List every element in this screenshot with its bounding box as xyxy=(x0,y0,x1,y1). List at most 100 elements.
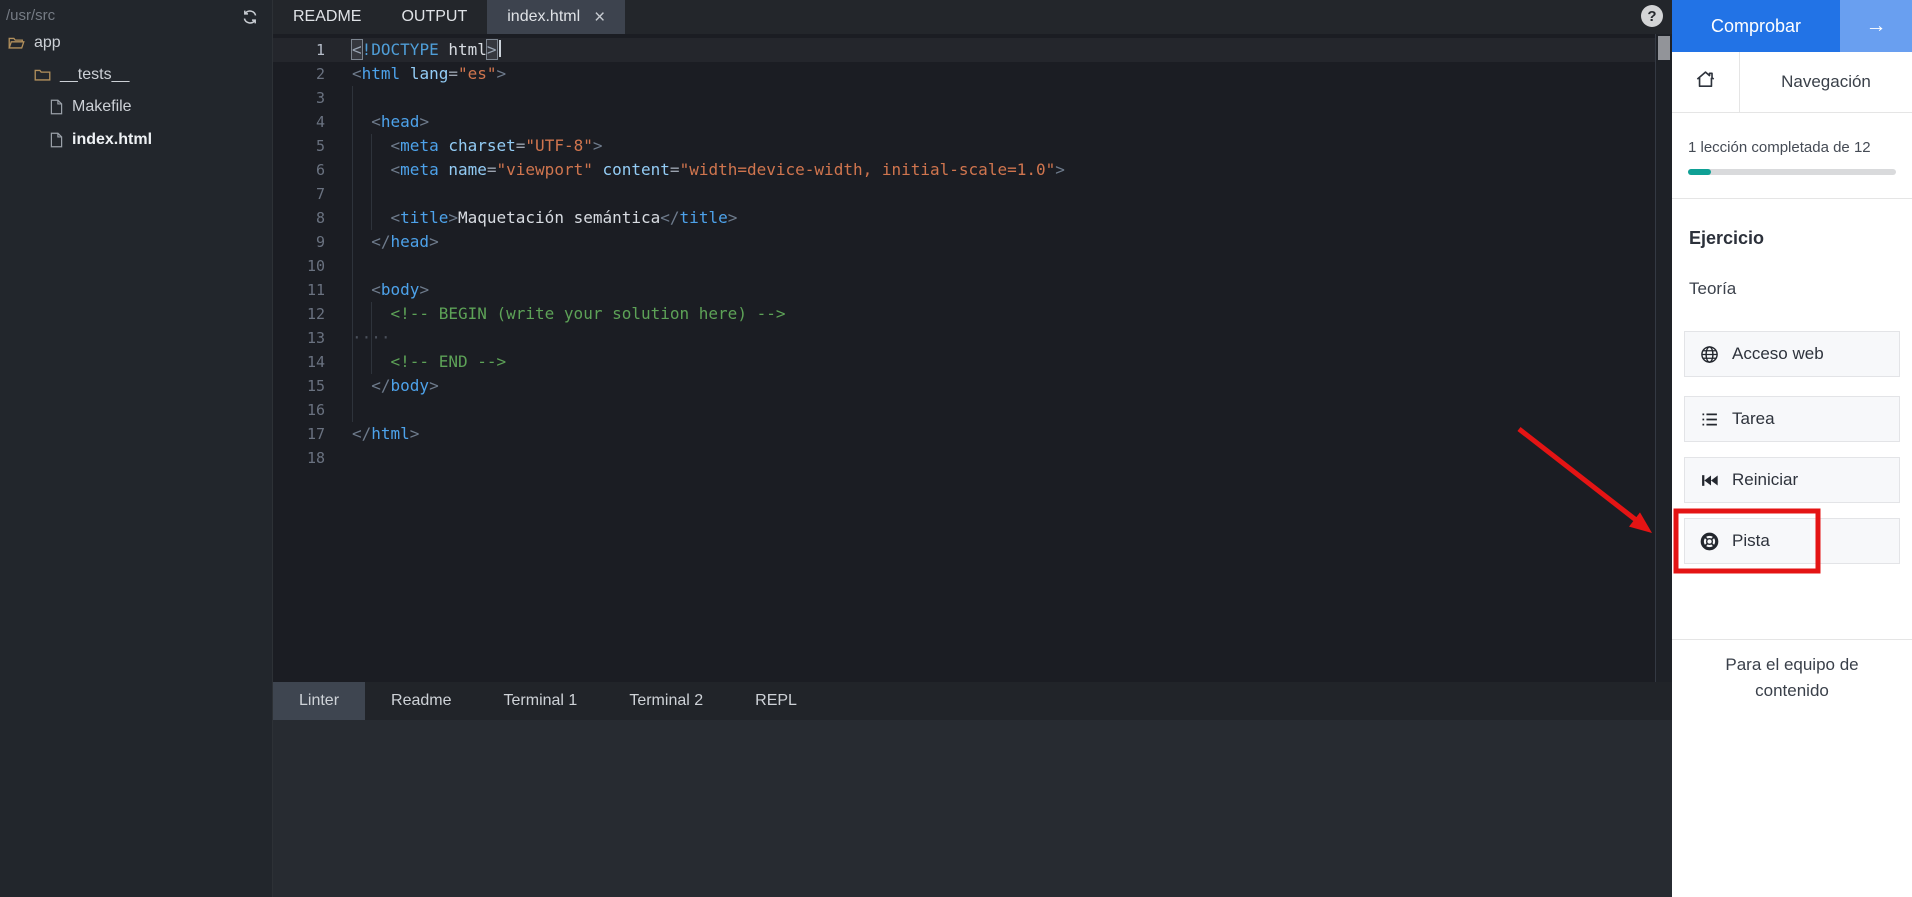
globe-icon xyxy=(1700,345,1719,364)
acceso-web-button[interactable]: Acceso web xyxy=(1684,331,1900,377)
code-line-5[interactable]: 5 <meta charset="UTF-8"> xyxy=(273,134,1655,158)
line-number: 17 xyxy=(273,422,325,446)
code-line-18[interactable]: 18 xyxy=(273,446,1655,470)
panel-tab-terminal-1[interactable]: Terminal 1 xyxy=(478,682,604,720)
lesson-panel: Comprobar → Navegación 1 lección complet… xyxy=(1672,0,1912,897)
editor-tab-output[interactable]: OUTPUT xyxy=(381,0,487,34)
folder-open-icon xyxy=(8,36,25,50)
line-number: 3 xyxy=(273,86,325,110)
text-cursor xyxy=(499,40,501,57)
code-line-16[interactable]: 16 xyxy=(273,398,1655,422)
progress-section: 1 lección completada de 12 xyxy=(1672,113,1912,199)
line-content: <head> xyxy=(325,110,429,134)
lifebuoy-icon xyxy=(1700,532,1719,551)
check-row: Comprobar → xyxy=(1672,0,1912,52)
line-number: 9 xyxy=(273,230,325,254)
line-number: 1 xyxy=(273,38,325,62)
line-content: <meta charset="UTF-8"> xyxy=(325,134,603,158)
panel-tab-readme[interactable]: Readme xyxy=(365,682,477,720)
check-arrow-button[interactable]: → xyxy=(1840,0,1912,52)
check-button[interactable]: Comprobar xyxy=(1672,0,1840,52)
line-content xyxy=(325,254,352,278)
line-content: <body> xyxy=(325,278,429,302)
line-number: 7 xyxy=(273,182,325,206)
line-content: <title>Maquetación semántica</title> xyxy=(325,206,737,230)
nav-title: Navegación xyxy=(1740,52,1912,112)
panel-tab-terminal-2[interactable]: Terminal 2 xyxy=(603,682,729,720)
action-label: Reiniciar xyxy=(1732,470,1798,490)
editor-scrollbar[interactable] xyxy=(1655,34,1672,682)
editor-tab-readme[interactable]: README xyxy=(273,0,381,34)
line-content xyxy=(325,446,352,470)
code-line-7[interactable]: 7 xyxy=(273,182,1655,206)
tree-item-label: index.html xyxy=(72,131,152,149)
nav-row: Navegación xyxy=(1672,52,1912,113)
scrollbar-thumb[interactable] xyxy=(1658,36,1670,60)
code-line-12[interactable]: 12 <!-- BEGIN (write your solution here)… xyxy=(273,302,1655,326)
code-line-4[interactable]: 4 <head> xyxy=(273,110,1655,134)
code-line-6[interactable]: 6 <meta name="viewport" content="width=d… xyxy=(273,158,1655,182)
close-icon[interactable]: × xyxy=(594,8,605,27)
tab-label: index.html xyxy=(507,8,580,26)
line-number: 16 xyxy=(273,398,325,422)
action-label: Tarea xyxy=(1732,409,1775,429)
line-content: <!-- END --> xyxy=(325,350,506,374)
line-number: 2 xyxy=(273,62,325,86)
line-number: 6 xyxy=(273,158,325,182)
help-icon[interactable]: ? xyxy=(1641,5,1663,27)
tree-item-label: Makefile xyxy=(72,98,132,116)
line-number: 12 xyxy=(273,302,325,326)
line-content: </body> xyxy=(325,374,439,398)
line-content: <meta name="viewport" content="width=dev… xyxy=(325,158,1065,182)
line-content xyxy=(325,182,352,206)
editor-area: README OUTPUT index.html × ? 1<!DOCTYPE htm… xyxy=(273,0,1672,897)
panel-tab-repl[interactable]: REPL xyxy=(729,682,823,720)
progress-fill xyxy=(1688,169,1711,175)
line-number: 15 xyxy=(273,374,325,398)
progress-text: 1 lección completada de 12 xyxy=(1688,139,1896,156)
action-label: Pista xyxy=(1732,531,1770,551)
file-icon xyxy=(50,132,63,148)
line-content: </html> xyxy=(325,422,419,446)
tree-item-makefile[interactable]: Makefile xyxy=(50,95,132,119)
tree-item-app[interactable]: app xyxy=(8,31,61,55)
tree-item-label: __tests__ xyxy=(60,66,129,84)
app-window: /usr/src app __tests__ Makefile index.html … xyxy=(0,0,1912,897)
code-line-15[interactable]: 15 </body> xyxy=(273,374,1655,398)
editor-tab-index-html[interactable]: index.html × xyxy=(487,0,625,34)
code-editor[interactable]: 1<!DOCTYPE html>2<html lang="es">34 <hea… xyxy=(273,34,1672,682)
line-content: ···· xyxy=(325,326,391,350)
code-line-3[interactable]: 3 xyxy=(273,86,1655,110)
tab-label: OUTPUT xyxy=(401,8,467,26)
tab-label: README xyxy=(293,8,361,26)
reiniciar-button[interactable]: Reiniciar xyxy=(1684,457,1900,503)
theory-link[interactable]: Teoría xyxy=(1689,279,1736,299)
tree-item-label: app xyxy=(34,34,61,52)
code-line-11[interactable]: 11 <body> xyxy=(273,278,1655,302)
list-icon xyxy=(1700,410,1719,429)
refresh-icon[interactable] xyxy=(241,8,261,28)
code-line-17[interactable]: 17</html> xyxy=(273,422,1655,446)
tree-item-tests[interactable]: __tests__ xyxy=(34,63,129,87)
panel-tab-linter[interactable]: Linter xyxy=(273,682,365,720)
folder-icon xyxy=(34,68,51,82)
pista-button[interactable]: Pista xyxy=(1684,518,1900,564)
code-line-13[interactable]: 13···· xyxy=(273,326,1655,350)
tarea-button[interactable]: Tarea xyxy=(1684,396,1900,442)
code-line-9[interactable]: 9 </head> xyxy=(273,230,1655,254)
code-line-1[interactable]: 1<!DOCTYPE html> xyxy=(273,38,1655,62)
code-line-10[interactable]: 10 xyxy=(273,254,1655,278)
editor-tabbar: README OUTPUT index.html × xyxy=(273,0,1672,34)
code-line-2[interactable]: 2<html lang="es"> xyxy=(273,62,1655,86)
tree-item-index-html[interactable]: index.html xyxy=(50,128,152,152)
arrow-right-icon: → xyxy=(1866,14,1887,38)
line-number: 13 xyxy=(273,326,325,350)
code-lines[interactable]: 1<!DOCTYPE html>2<html lang="es">34 <hea… xyxy=(273,34,1655,682)
code-line-8[interactable]: 8 <title>Maquetación semántica</title> xyxy=(273,206,1655,230)
progress-bar xyxy=(1688,169,1896,175)
line-content xyxy=(325,398,352,422)
home-button[interactable] xyxy=(1672,52,1740,112)
workspace-path: /usr/src xyxy=(6,7,55,24)
code-line-14[interactable]: 14 <!-- END --> xyxy=(273,350,1655,374)
line-number: 8 xyxy=(273,206,325,230)
